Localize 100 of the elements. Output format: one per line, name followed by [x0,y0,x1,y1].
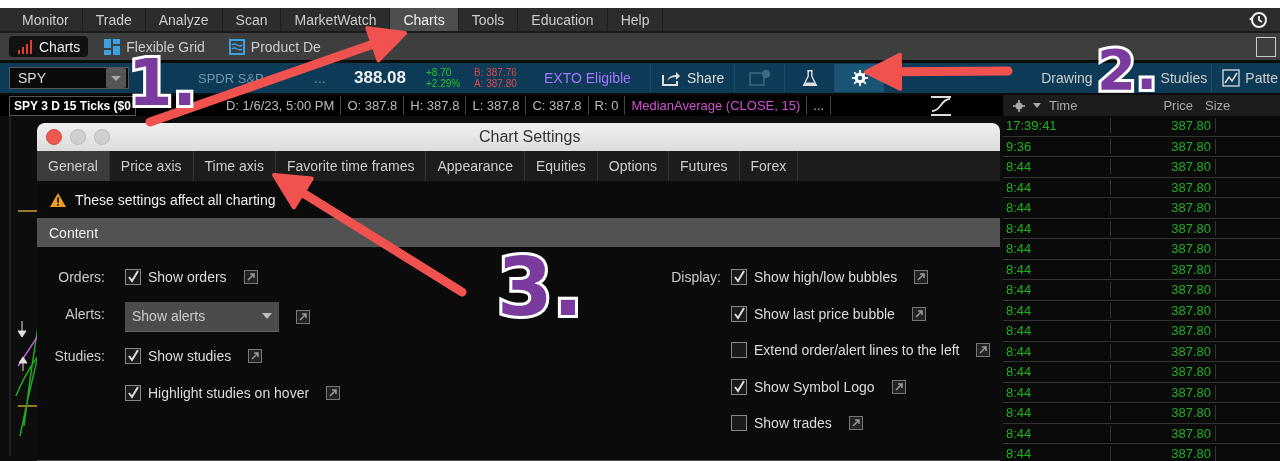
share-button[interactable]: Share [650,64,735,92]
checkbox-label[interactable]: Show high/low bubbles [754,269,898,285]
table-cell-text: 8:44 [1005,159,1033,175]
column-header[interactable]: Time [1049,98,1093,113]
table-cell: 387.80 [1110,220,1216,236]
checkbox-label[interactable]: Show studies [148,348,232,364]
link-icon[interactable] [296,309,310,324]
checkbox-label[interactable]: Show Symbol Logo [754,378,875,395]
table-cell-text: 8:44 [1005,364,1033,380]
setting-label: Alerts: [64,304,106,324]
checkbox-label[interactable]: Show last price bubble [754,305,895,322]
table-cell-text: 8:44 [1005,446,1033,461]
settings-tab[interactable]: Futures [669,151,740,181]
checkbox-label[interactable]: Highlight studies on hover [148,384,310,401]
settings-tab[interactable]: Forex [739,151,799,181]
settings-tab[interactable]: Options [597,151,670,181]
menu-tab[interactable]: Help [607,8,664,31]
message-icon [748,69,771,87]
table-cell-text: 8:44 [1005,384,1033,400]
alerts-dropdown[interactable]: Show alerts [125,301,279,332]
checkbox-label[interactable]: Show trades [754,415,832,431]
table-cell: 387.80 [1110,282,1216,298]
table-cell-text: 8:44 [1005,323,1033,339]
column-header[interactable]: Price [1101,98,1193,113]
link-icon[interactable] [976,343,991,357]
symbol-field[interactable]: SPY [9,67,129,89]
link-icon[interactable] [891,379,906,394]
bid-price: B: 387.76 [474,67,518,78]
menu-tab[interactable]: Monitor [9,8,83,31]
checkbox[interactable] [731,415,747,431]
check-icon [126,270,140,284]
sub-tab[interactable]: Charts [9,36,89,57]
checkbox[interactable] [731,378,747,395]
checkbox-label[interactable]: Show orders [148,269,227,285]
table-cell: 387.80 [1110,384,1216,400]
close-button[interactable] [46,129,62,145]
dropdown-icon[interactable] [106,68,126,88]
sub-tab[interactable]: Product De [220,36,329,57]
settings-tab[interactable]: Appearance [426,151,525,181]
table-cell: 387.80 [1110,179,1216,195]
caret-icon [262,313,272,319]
ohlc-value: O: 387.8 [341,96,405,115]
table-cell: 387.80 [1110,364,1216,380]
checkbox[interactable] [731,269,747,285]
pattern-icon [1222,69,1241,87]
check-icon [126,349,140,363]
settings-tab[interactable]: General [37,151,110,181]
more-label: ... [313,70,327,86]
toolbar-button[interactable]: Patte [1211,64,1280,92]
table-cell-text: 8:44 [1005,302,1033,318]
table-cell-text: 8:44 [1005,282,1033,298]
table-cell-text: 8:44 [1005,220,1033,236]
more-label: ... [807,96,832,115]
caret-icon[interactable] [1033,102,1041,109]
flask-icon [800,68,819,88]
toolbar-button[interactable]: Studies [1156,64,1212,92]
link-icon[interactable] [848,416,863,430]
table-cell-text: 8:44 [1005,261,1033,277]
check-icon [732,270,746,284]
ohlc-value: D: 1/6/23, 5:00 PM [219,96,342,115]
menu-tab[interactable]: Scan [222,8,282,31]
checkbox[interactable] [1256,36,1276,57]
toolbar-button[interactable]: Drawing [1039,64,1095,92]
link-icon[interactable] [248,349,263,363]
checkbox[interactable] [125,348,141,364]
table-cell: 387.80 [1110,261,1216,277]
settings-tab[interactable]: Equities [525,151,598,181]
table-cell: 387.80 [1110,343,1216,359]
checkbox[interactable] [125,269,141,285]
settings-icon [850,69,869,87]
table-cell: 387.80 [1110,241,1216,257]
checkbox-label[interactable]: Extend order/alert lines to the left [754,342,960,358]
bar-chart-icon [17,38,33,55]
table-cell: 387.80 [1110,200,1216,216]
table-cell: 387.80 [1110,302,1216,318]
settings-tab[interactable]: Price axis [109,151,194,181]
ohlc-value: L: 387.8 [466,96,527,115]
curve-icon[interactable] [929,94,953,117]
menu-tab[interactable]: Education [518,8,608,31]
link-icon[interactable] [326,385,341,400]
percent-change: +2.29% [426,78,462,89]
menu-tab[interactable]: Analyze [145,8,223,31]
table-cell-text: 8:44 [1005,241,1033,257]
check-icon [126,385,140,400]
menu-tab[interactable]: Trade [82,8,146,31]
setting-label: Studies: [53,347,106,366]
checkbox[interactable] [731,342,747,358]
ask-price: A: 387.80 [474,78,518,89]
menu-tab[interactable]: Tools [458,8,519,31]
checkbox[interactable] [731,305,747,322]
checkbox[interactable] [125,384,141,401]
menu-tab[interactable]: Charts [390,8,459,31]
setting-label: Display: [670,268,722,287]
column-header[interactable]: Size [1201,98,1231,113]
history-icon[interactable] [1248,9,1268,30]
table-cell-text: 8:44 [1005,425,1033,441]
link-icon[interactable] [243,270,258,284]
link-icon[interactable] [911,306,926,321]
link-icon[interactable] [914,270,929,284]
settings-icon[interactable] [1013,99,1025,112]
